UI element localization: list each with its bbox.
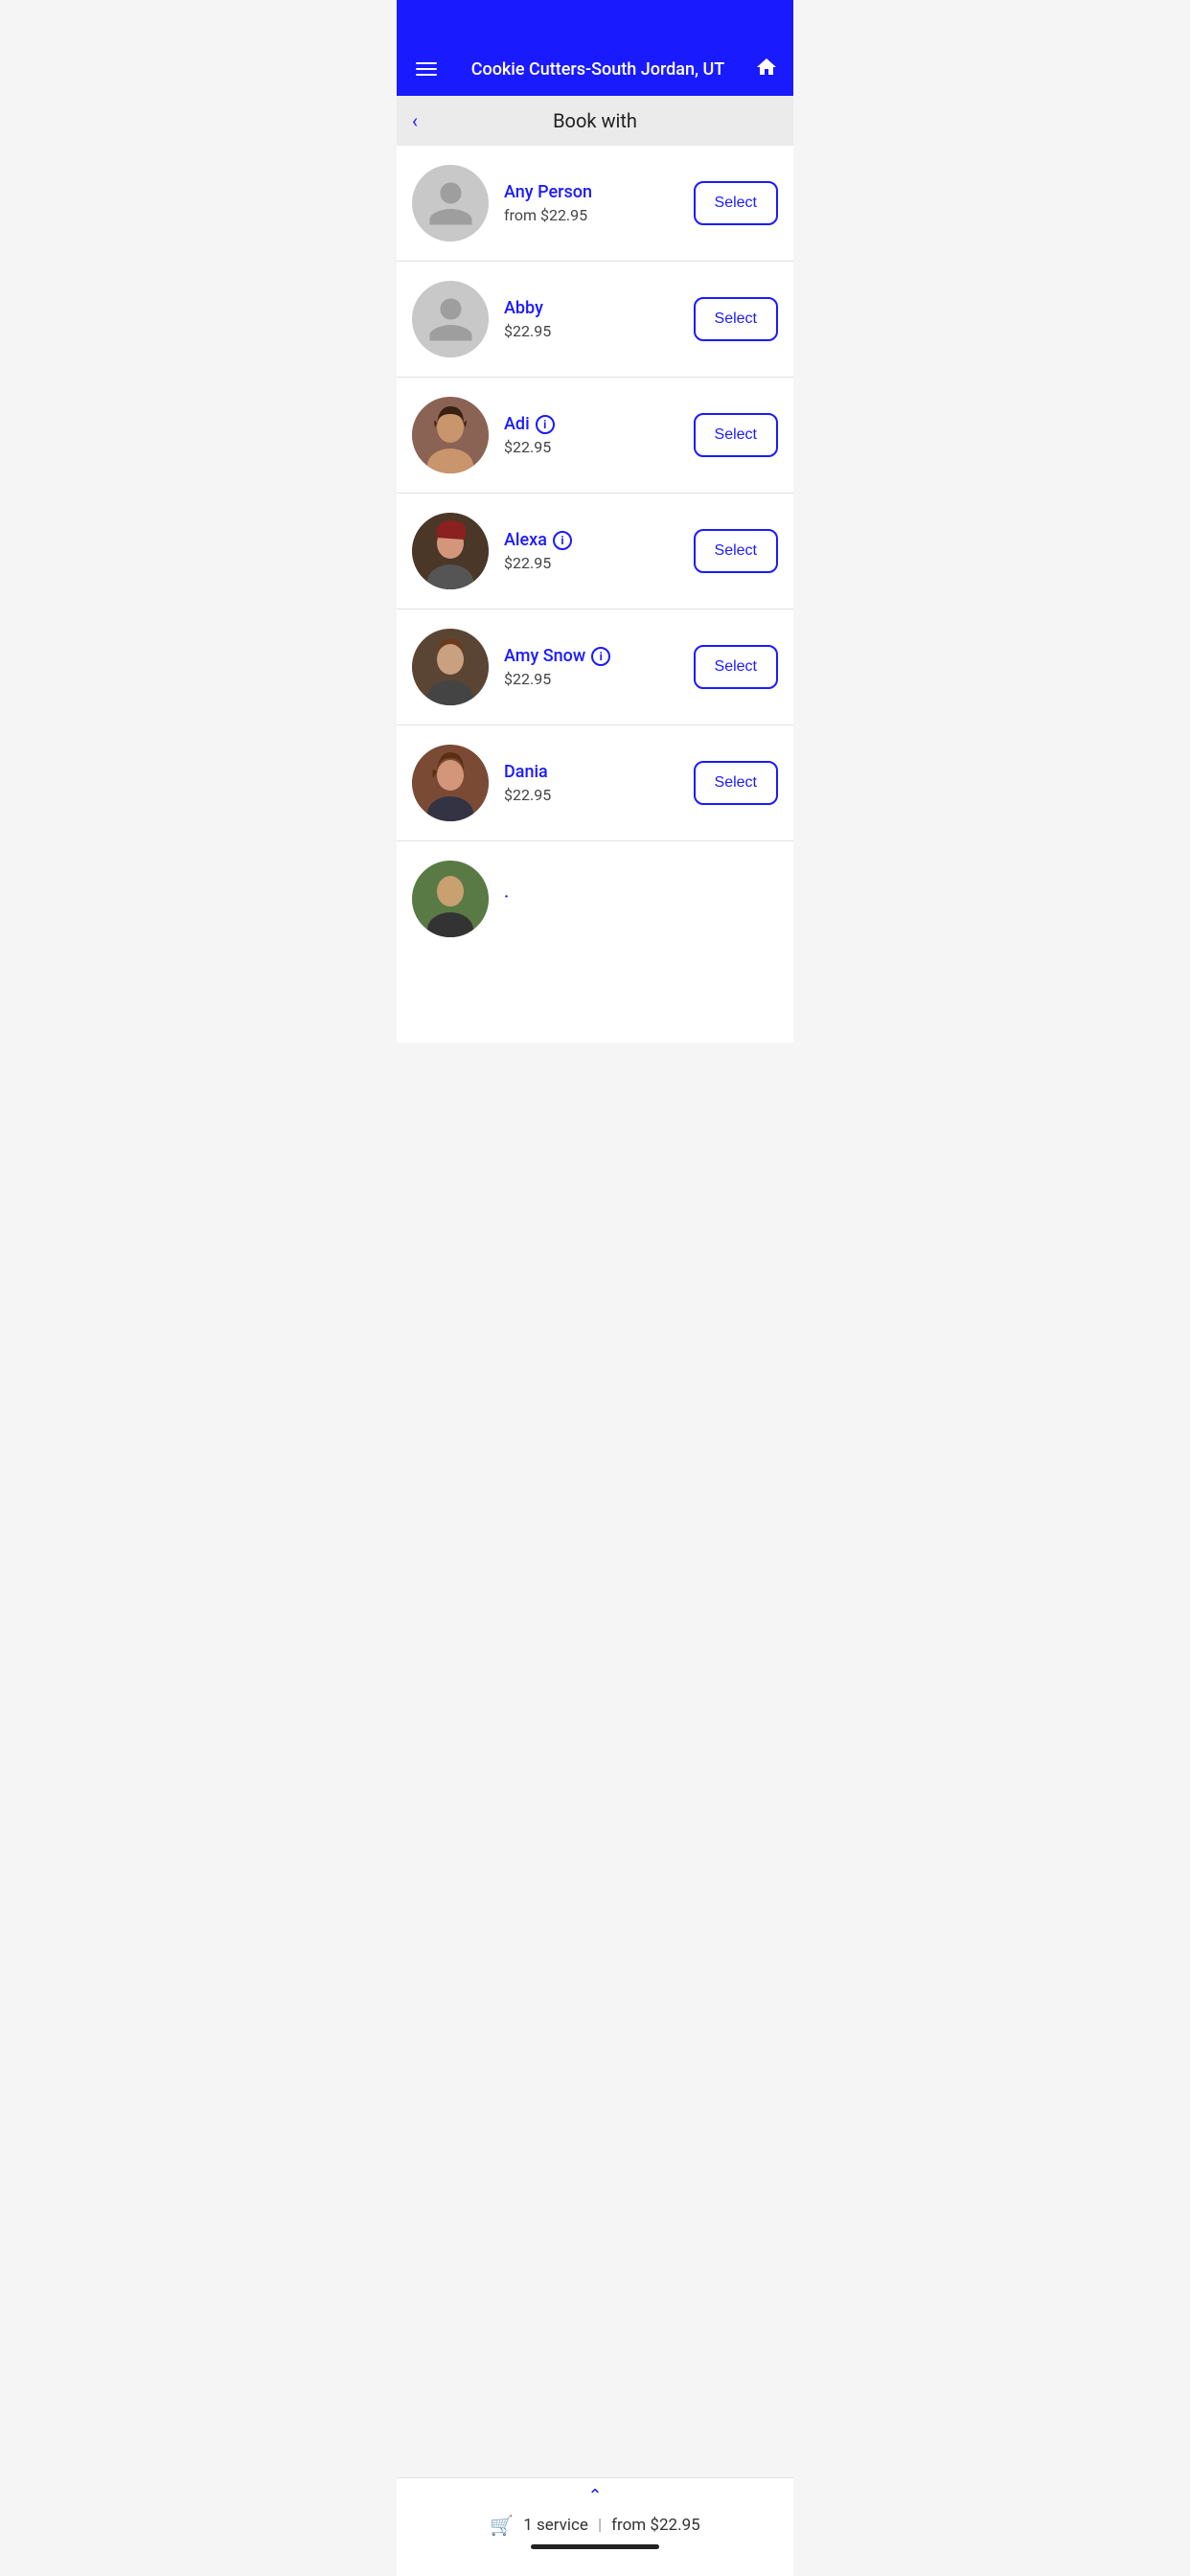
avatar [412, 745, 489, 821]
info-icon[interactable]: i [536, 415, 555, 434]
bottom-bar: ⌃ 🛒 1 service | from $22.95 [397, 2477, 793, 2576]
stylist-list: Any Person from $22.95 Select Abby $22.9… [397, 146, 793, 1043]
avatar [412, 629, 489, 705]
stylist-info: Adi i $22.95 [504, 414, 694, 456]
stylist-price: $22.95 [504, 438, 694, 456]
avatar [412, 513, 489, 589]
stylist-price: $22.95 [504, 670, 694, 688]
select-button[interactable]: Select [694, 645, 778, 689]
cart-icon: 🛒 [490, 2514, 514, 2537]
stylist-name: Any Person [504, 182, 694, 202]
avatar [412, 397, 489, 473]
back-button[interactable]: ‹ [412, 109, 418, 132]
stylist-info: Abby $22.95 [504, 298, 694, 340]
stylist-name: Dania [504, 762, 694, 782]
select-button[interactable]: Select [694, 413, 778, 457]
list-item: Abby $22.95 Select [397, 262, 793, 378]
header-title: Cookie Cutters-South Jordan, UT [441, 59, 755, 80]
list-item: Any Person from $22.95 Select [397, 146, 793, 262]
stylist-name: Amy Snow i [504, 646, 694, 666]
list-item: Alexa i $22.95 Select [397, 494, 793, 610]
stylist-info: Alexa i $22.95 [504, 530, 694, 572]
divider: | [598, 2516, 602, 2535]
avatar [412, 165, 489, 242]
hamburger-menu-button[interactable] [412, 58, 441, 80]
select-button[interactable]: Select [694, 181, 778, 225]
status-bar [397, 0, 793, 42]
sub-header-title: Book with [412, 109, 778, 132]
avatar-placeholder [412, 281, 489, 357]
avatar-placeholder [412, 165, 489, 242]
select-button[interactable]: Select [694, 761, 778, 805]
expand-chevron[interactable]: ⌃ [412, 2486, 778, 2506]
list-item-partial: · [397, 841, 793, 947]
stylist-info-partial: · [504, 887, 778, 911]
info-icon[interactable]: i [591, 647, 610, 666]
home-indicator [531, 2544, 659, 2549]
stylist-name: Alexa i [504, 530, 694, 550]
stylist-price: $22.95 [504, 322, 694, 340]
cart-summary: 🛒 1 service | from $22.95 [412, 2514, 778, 2537]
stylist-price: $22.95 [504, 786, 694, 804]
service-count: 1 service [523, 2516, 588, 2535]
chevron-up-icon: ⌃ [587, 2486, 602, 2506]
stylist-info: Amy Snow i $22.95 [504, 646, 694, 688]
select-button[interactable]: Select [694, 297, 778, 341]
stylist-price: $22.95 [504, 554, 694, 572]
home-button[interactable] [755, 56, 778, 82]
list-item: Dania $22.95 Select [397, 725, 793, 841]
avatar [412, 861, 489, 937]
stylist-name: Adi i [504, 414, 694, 434]
sub-header: ‹ Book with [397, 96, 793, 146]
stylist-price: from $22.95 [504, 206, 694, 224]
avatar [412, 281, 489, 357]
bottom-price: from $22.95 [611, 2516, 700, 2535]
select-button[interactable]: Select [694, 529, 778, 573]
list-item: Adi i $22.95 Select [397, 378, 793, 494]
stylist-info: Dania $22.95 [504, 762, 694, 804]
list-item: Amy Snow i $22.95 Select [397, 610, 793, 725]
stylist-info: Any Person from $22.95 [504, 182, 694, 224]
stylist-name: Abby [504, 298, 694, 318]
app-header: Cookie Cutters-South Jordan, UT [397, 42, 793, 96]
info-icon[interactable]: i [553, 531, 572, 550]
stylist-name-partial: · [504, 887, 778, 908]
